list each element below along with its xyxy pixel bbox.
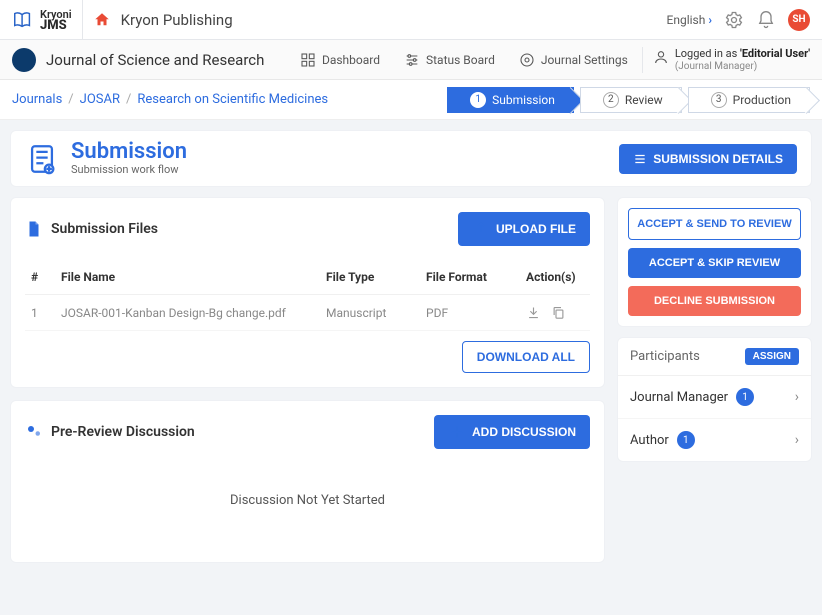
document-icon [25, 142, 59, 176]
chevron-right-icon: › [795, 389, 799, 405]
app-title: Kryon Publishing [121, 11, 233, 29]
breadcrumb: Journals / JOSAR / Research on Scientifi… [12, 92, 328, 107]
cell-format: PDF [420, 295, 520, 331]
home-icon[interactable] [93, 11, 111, 29]
participant-label: Journal Manager [630, 390, 728, 405]
col-actions: Action(s) [520, 260, 590, 295]
settings-icon [519, 52, 535, 68]
step-num: 1 [470, 92, 486, 108]
book-icon [12, 9, 34, 31]
logged-in-sub: (Journal Manager) [675, 60, 810, 73]
journal-badge-icon [12, 48, 36, 72]
list-icon [633, 152, 647, 166]
sliders-icon [404, 52, 420, 68]
gear-icon[interactable] [724, 10, 744, 30]
page-title: Submission [71, 141, 187, 163]
upload-icon [472, 220, 490, 238]
participant-count: 1 [677, 431, 695, 449]
step-review[interactable]: 2 Review [580, 87, 682, 113]
step-num: 3 [711, 92, 727, 108]
logo-block[interactable]: Kryoni JMS [12, 0, 83, 39]
assign-button[interactable]: ASSIGN [745, 348, 799, 365]
upload-file-button[interactable]: UPLOAD FILE [458, 212, 590, 246]
cell-idx: 1 [25, 295, 55, 331]
file-icon [25, 220, 43, 238]
chevron-right-icon: › [795, 432, 799, 448]
decline-submission-button[interactable]: DECLINE SUBMISSION [628, 286, 801, 316]
nav-label: Status Board [426, 53, 495, 67]
step-submission[interactable]: 1 Submission [447, 87, 574, 113]
journal-name: Journal of Science and Research [46, 51, 264, 69]
col-name: File Name [55, 260, 320, 295]
crumb-josar[interactable]: JOSAR [80, 92, 120, 107]
dashboard-icon [300, 52, 316, 68]
topbar: Kryoni JMS Kryon Publishing English › SH [0, 0, 822, 40]
discussion-card: Pre-Review Discussion ADD DISCUSSION Dis… [10, 400, 605, 563]
discussion-empty-text: Discussion Not Yet Started [25, 463, 590, 548]
col-idx: # [25, 260, 55, 295]
step-label: Submission [492, 93, 555, 107]
nav-dashboard[interactable]: Dashboard [290, 52, 390, 68]
language-label: English [667, 13, 706, 27]
breadcrumb-row: Journals / JOSAR / Research on Scientifi… [0, 80, 822, 120]
nav-label: Journal Settings [541, 53, 628, 67]
download-icon[interactable] [526, 305, 541, 320]
files-table: # File Name File Type File Format Action… [25, 260, 590, 331]
nav-label: Dashboard [322, 53, 380, 67]
chevron-right-icon: › [708, 13, 712, 27]
cell-type: Manuscript [320, 295, 420, 331]
crumb-journals[interactable]: Journals [12, 92, 62, 107]
copy-icon[interactable] [551, 305, 566, 320]
submission-details-button[interactable]: SUBMISSION DETAILS [619, 144, 797, 174]
participant-count: 1 [736, 388, 754, 406]
cell-name: JOSAR-001-Kanban Design-Bg change.pdf [55, 295, 320, 331]
col-format: File Format [420, 260, 520, 295]
step-num: 2 [603, 92, 619, 108]
participants-title: Participants [630, 349, 700, 364]
accept-skip-review-button[interactable]: ACCEPT & SKIP REVIEW [628, 248, 801, 278]
logo-text: Kryoni JMS [40, 9, 72, 31]
nav-status-board[interactable]: Status Board [394, 52, 505, 68]
participant-row-journal-manager[interactable]: Journal Manager 1 › [618, 376, 811, 419]
bell-icon[interactable] [756, 10, 776, 30]
workflow-steps: 1 Submission 2 Review 3 Production [447, 87, 810, 113]
user-icon [653, 49, 669, 65]
step-production[interactable]: 3 Production [688, 87, 810, 113]
logo-line2: JMS [40, 20, 72, 31]
step-label: Production [733, 93, 791, 107]
logged-in-line: Logged in as 'Editorial User' [675, 47, 810, 60]
card-title: Submission Files [51, 221, 158, 237]
col-type: File Type [320, 260, 420, 295]
table-row: 1 JOSAR-001-Kanban Design-Bg change.pdf … [25, 295, 590, 331]
logged-in-box: Logged in as 'Editorial User' (Journal M… [642, 47, 810, 73]
participant-row-author[interactable]: Author 1 › [618, 419, 811, 461]
page-header: Submission Submission work flow SUBMISSI… [10, 130, 812, 187]
crumb-article[interactable]: Research on Scientific Medicines [137, 92, 328, 107]
nav-journal-settings[interactable]: Journal Settings [509, 52, 638, 68]
avatar[interactable]: SH [788, 9, 810, 31]
card-title: Pre-Review Discussion [51, 424, 195, 440]
language-selector[interactable]: English › [667, 13, 712, 27]
participants-card: Participants ASSIGN Journal Manager 1 › … [617, 337, 812, 462]
add-discussion-button[interactable]: ADD DISCUSSION [434, 415, 590, 449]
navbar: Journal of Science and Research Dashboar… [0, 40, 822, 80]
side-actions: ACCEPT & SEND TO REVIEW ACCEPT & SKIP RE… [617, 197, 812, 327]
discussion-icon [25, 423, 43, 441]
page-subtitle: Submission work flow [71, 163, 187, 176]
plus-icon [448, 423, 466, 441]
accept-send-review-button[interactable]: ACCEPT & SEND TO REVIEW [628, 208, 801, 240]
submission-files-card: Submission Files UPLOAD FILE # File Name… [10, 197, 605, 388]
participant-label: Author [630, 433, 669, 448]
download-all-button[interactable]: DOWNLOAD ALL [462, 341, 590, 373]
step-label: Review [625, 93, 663, 107]
